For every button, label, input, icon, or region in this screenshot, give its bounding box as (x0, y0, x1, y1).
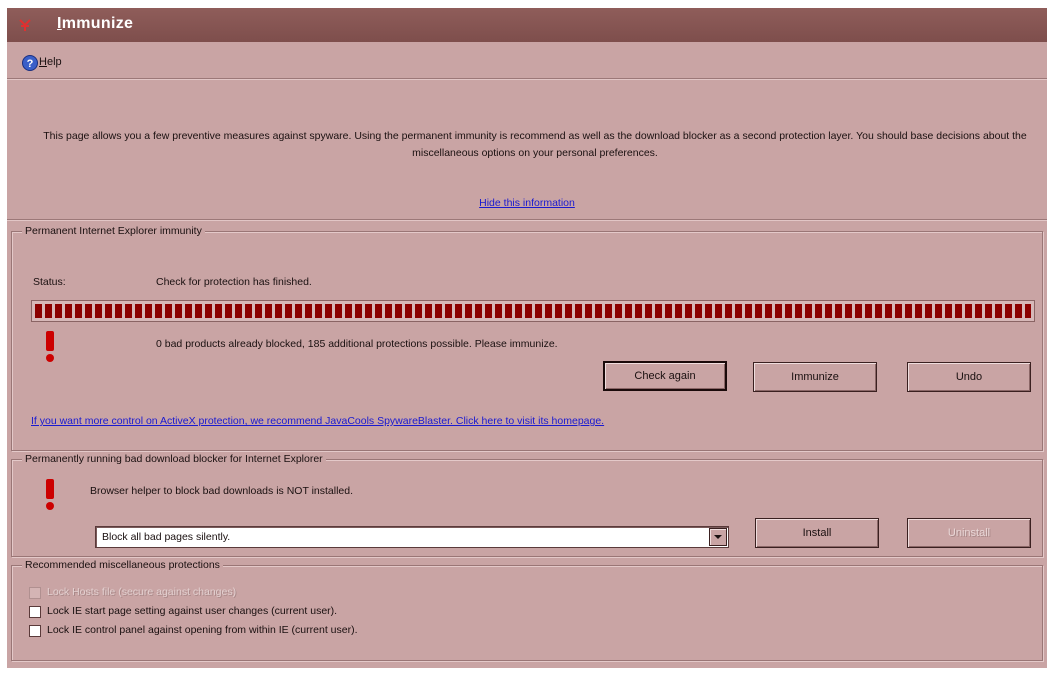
blocker-mode-select[interactable]: Block all bad pages silently. (95, 526, 729, 548)
checkbox-label: Lock IE control panel against opening fr… (47, 624, 358, 636)
status-label: Status: (33, 276, 66, 288)
immunity-progress-bar (31, 300, 1035, 322)
blocker-mode-value: Block all bad pages silently. (102, 531, 231, 543)
install-label: Install (802, 526, 832, 539)
misc-protections-group-title: Recommended miscellaneous protections (22, 559, 223, 571)
spywareblaster-link[interactable]: If you want more control on ActiveX prot… (31, 415, 604, 427)
checkbox-label: Lock Hosts file (secure against changes) (47, 586, 237, 598)
uninstall-button[interactable]: Uninstall (907, 518, 1031, 548)
hide-info-link[interactable]: Hide this information (479, 197, 575, 209)
window-title-rest: mmunize (61, 15, 134, 32)
immunize-label: Immunize (791, 370, 839, 383)
checkbox[interactable] (29, 587, 41, 599)
title-bar: Immunize (7, 8, 1047, 42)
immunize-button[interactable]: Immunize (753, 362, 877, 392)
warning-icon (46, 331, 54, 362)
checkbox-label: Lock IE start page setting against user … (47, 605, 338, 617)
check-again-label: Check again (634, 370, 696, 382)
checkbox[interactable] (29, 625, 41, 637)
immunize-window: Immunize ? Help This page allows you a f… (7, 8, 1047, 668)
help-menu-item[interactable]: Help (39, 56, 62, 68)
undo-button[interactable]: Undo (907, 362, 1031, 392)
info-text: This page allows you a few preventive me… (43, 130, 1027, 159)
svg-text:?: ? (27, 58, 34, 70)
immunity-group-title: Permanent Internet Explorer immunity (22, 225, 205, 237)
immunity-message: 0 bad products already blocked, 185 addi… (156, 338, 558, 350)
undo-label: Undo (955, 370, 983, 383)
menu-separator (7, 78, 1047, 80)
install-button[interactable]: Install (755, 518, 879, 548)
warning-icon (46, 479, 54, 510)
spybot-icon (19, 19, 31, 31)
download-blocker-group-title: Permanently running bad download blocker… (22, 453, 326, 465)
chevron-down-icon[interactable] (709, 528, 727, 546)
download-blocker-message: Browser helper to block bad downloads is… (90, 485, 354, 497)
window-title: Immunize (57, 15, 133, 33)
uninstall-label: Uninstall (947, 526, 991, 539)
info-separator (7, 219, 1047, 221)
status-value: Check for protection has finished. (156, 276, 312, 288)
help-icon[interactable]: ? (21, 54, 39, 72)
checkbox[interactable] (29, 606, 41, 618)
progress-fill (35, 304, 1031, 318)
check-again-button[interactable]: Check again (603, 361, 727, 391)
menu-bar: ? Help (7, 52, 1047, 78)
